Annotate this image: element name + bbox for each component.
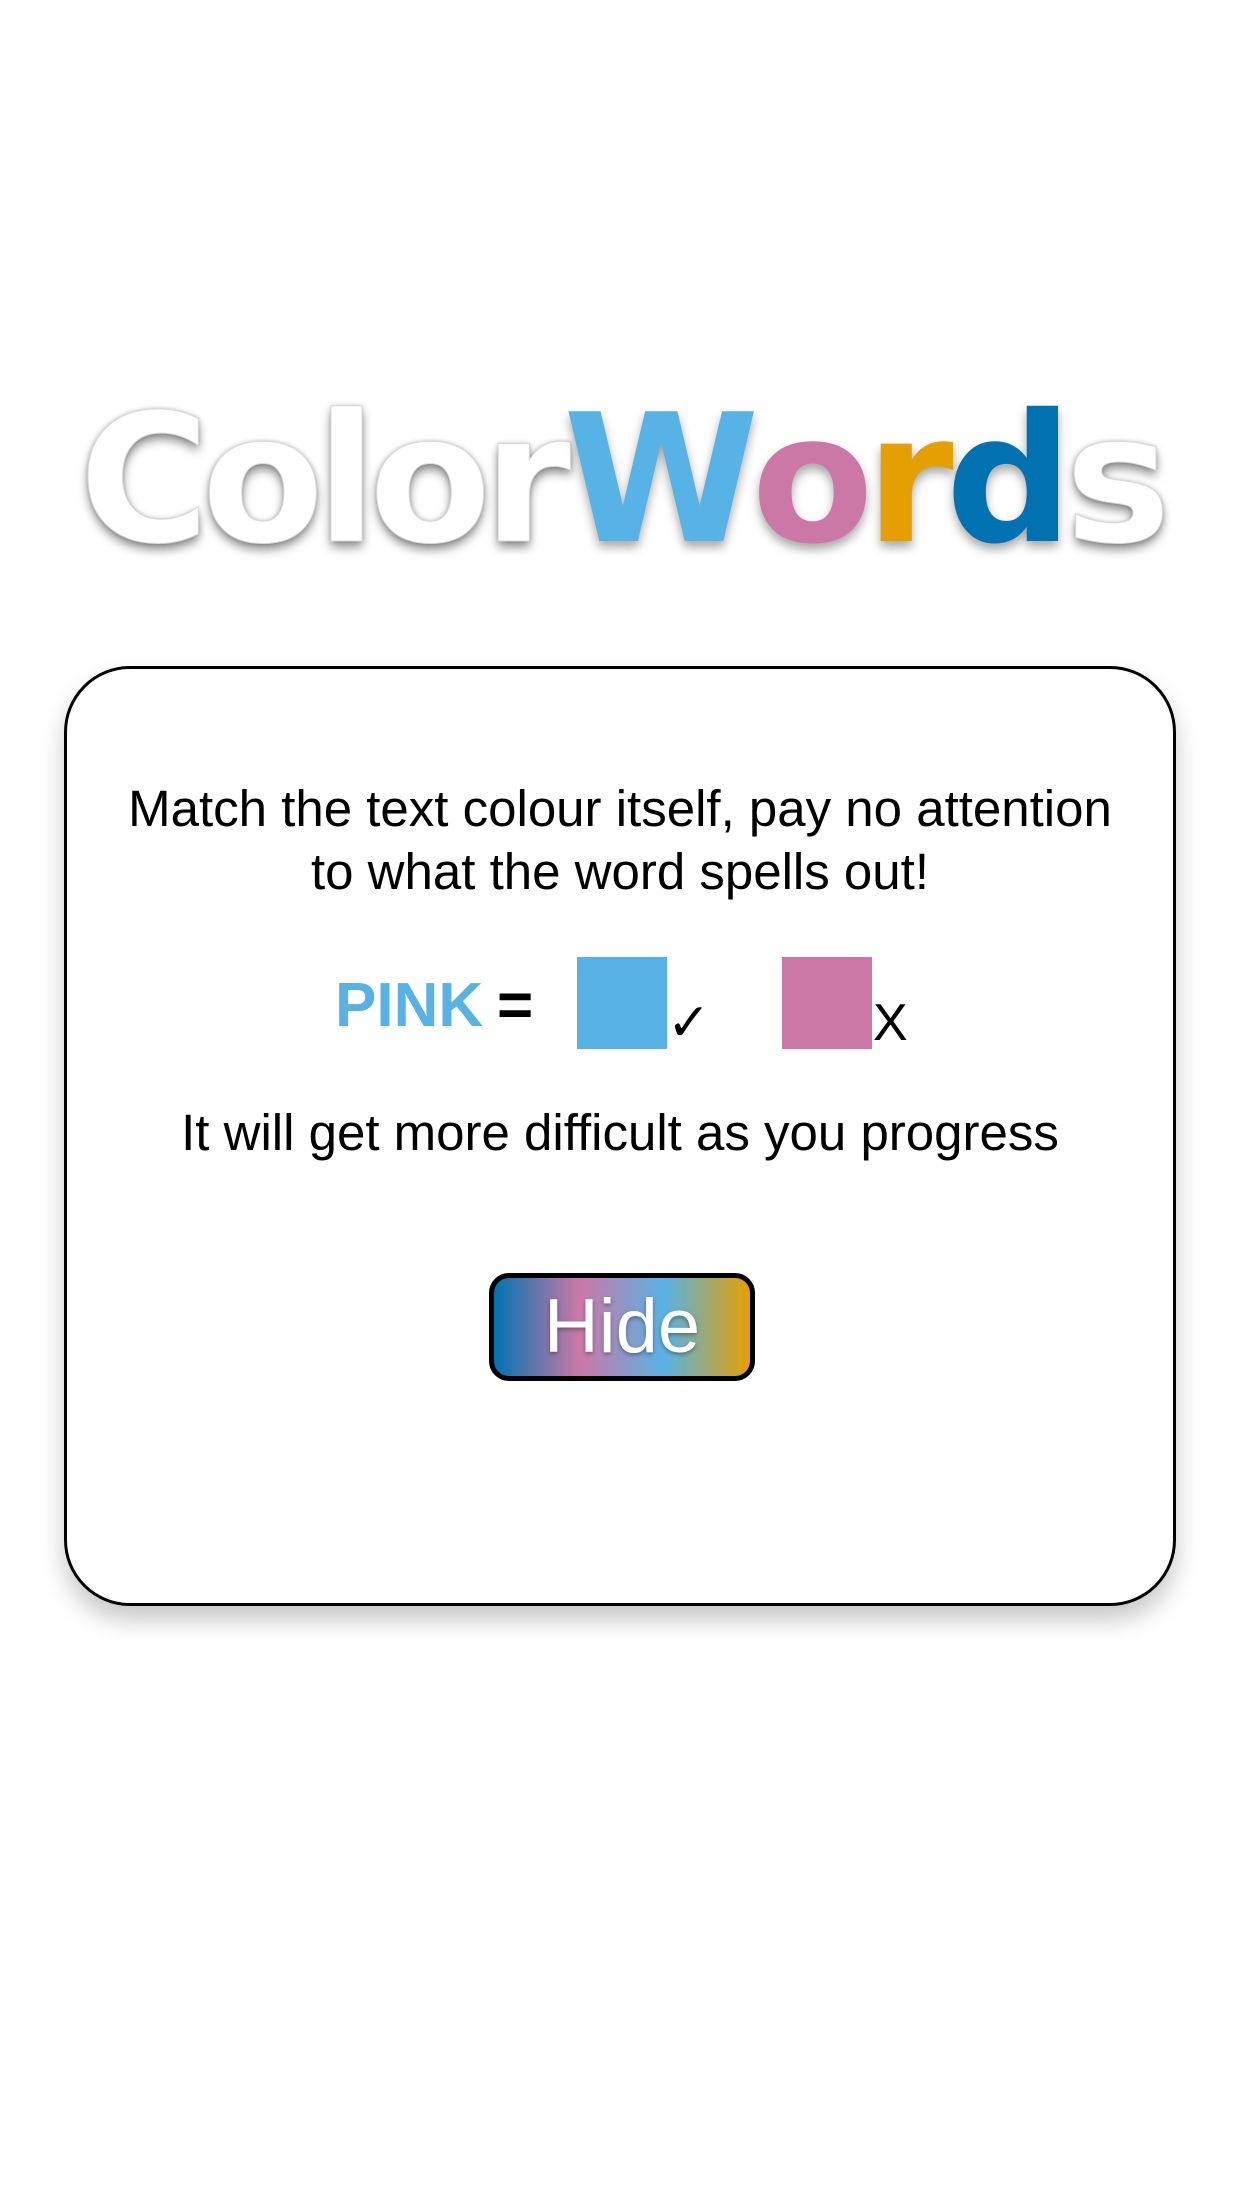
hide-button[interactable]: Hide xyxy=(489,1273,755,1381)
difficulty-note: It will get more difficult as you progre… xyxy=(181,1104,1059,1161)
logo-letter: r xyxy=(865,376,954,583)
intro-screen: ColorWords Match the text colour itself,… xyxy=(0,0,1242,2208)
logo-letter: d xyxy=(945,376,1073,583)
instruction-text: Match the text colour itself, pay no att… xyxy=(128,780,1112,900)
equals-sign: = xyxy=(497,971,534,1040)
logo-letter: o xyxy=(369,376,492,583)
example-row: PINK = ✓ X xyxy=(67,957,1173,1053)
checkmark-icon: ✓ xyxy=(667,993,711,1053)
logo-letter: l xyxy=(315,376,377,583)
logo-letter: o xyxy=(201,376,324,583)
app-logo: ColorWords xyxy=(0,376,1242,583)
logo-letter: W xyxy=(563,376,759,583)
wrong-color-swatch xyxy=(782,957,872,1049)
logo-letter: s xyxy=(1064,376,1171,583)
logo-letter: o xyxy=(751,376,873,583)
logo-letter: C xyxy=(79,376,211,583)
logo-letter: r xyxy=(483,376,572,583)
instructions-card: Match the text colour itself, pay no att… xyxy=(64,666,1176,1606)
example-word: PINK xyxy=(335,971,484,1040)
correct-color-swatch xyxy=(577,957,667,1049)
cross-icon: X xyxy=(873,994,908,1052)
